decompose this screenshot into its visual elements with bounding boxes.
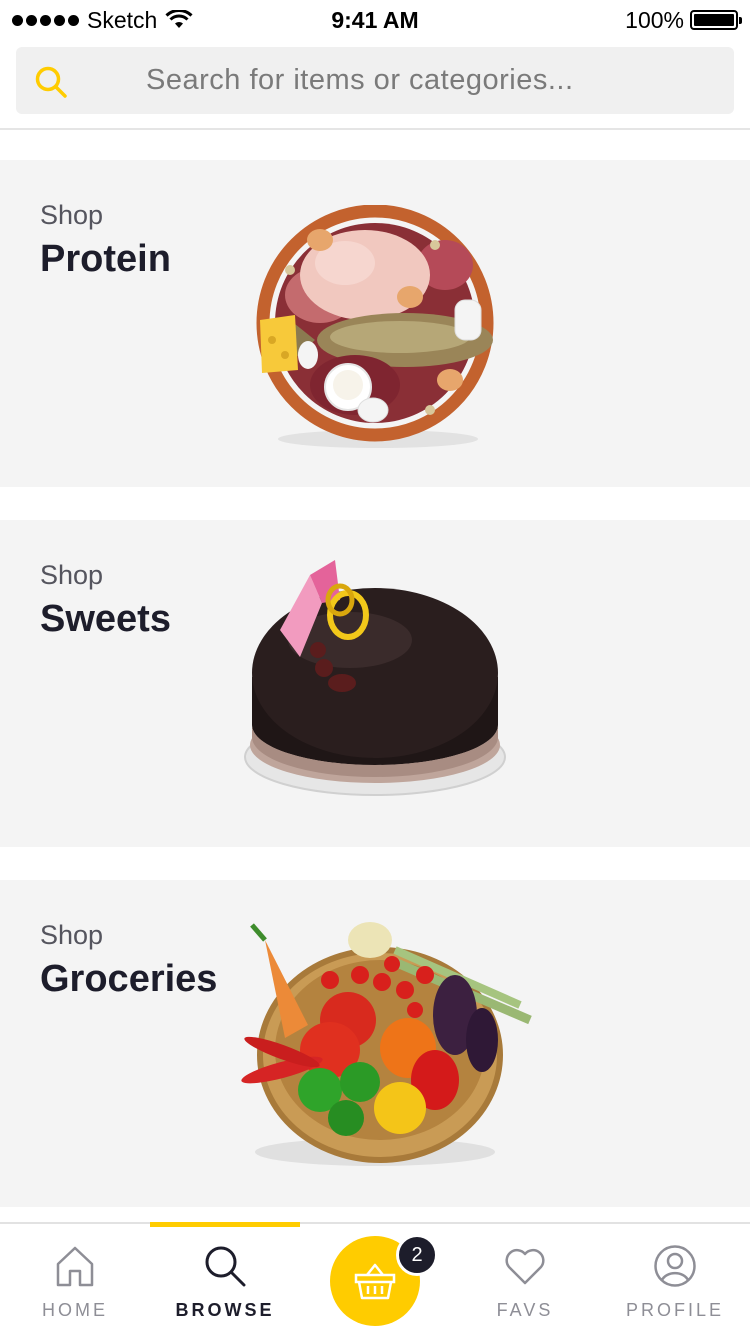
status-bar: Sketch 9:41 AM 100%	[0, 0, 750, 40]
card-title: Protein	[40, 238, 171, 280]
vegetable-basket-image	[241, 922, 532, 1166]
chocolate-cake-image	[244, 560, 506, 796]
status-left: Sketch	[12, 7, 193, 34]
signal-icon	[12, 14, 79, 26]
category-card-sweets[interactable]: Shop Sweets	[0, 520, 750, 847]
carrier-name: Sketch	[87, 6, 158, 33]
tab-browse[interactable]: BROWSE	[150, 1222, 300, 1334]
tab-home[interactable]: HOME	[0, 1224, 150, 1334]
bottom-tab-bar: HOME BROWSE 2 FAVS PROFILE	[0, 1222, 750, 1334]
tab-browse-label: BROWSE	[175, 1300, 275, 1320]
card-title: Groceries	[40, 958, 218, 1000]
heart-icon	[505, 1248, 545, 1285]
tab-favs[interactable]: FAVS	[450, 1224, 600, 1334]
card-prefix: Shop	[40, 200, 104, 230]
basket-icon	[354, 1263, 396, 1300]
tab-profile[interactable]: PROFILE	[600, 1224, 750, 1334]
search-box[interactable]	[16, 47, 734, 114]
search-icon	[35, 66, 67, 98]
battery-percent: 100%	[625, 6, 684, 33]
cart-count-badge: 2	[396, 1234, 438, 1276]
tab-home-label: HOME	[42, 1300, 108, 1320]
tab-profile-label: PROFILE	[625, 1300, 725, 1320]
home-icon	[56, 1246, 94, 1287]
battery-icon	[690, 10, 742, 30]
search-input[interactable]	[146, 47, 716, 114]
search-bar	[0, 40, 750, 130]
card-prefix: Shop	[40, 920, 104, 950]
status-right: 100%	[625, 6, 742, 34]
search-icon	[205, 1246, 246, 1287]
wifi-icon	[165, 10, 193, 28]
user-icon	[654, 1245, 696, 1287]
category-card-groceries[interactable]: Shop Groceries	[0, 880, 750, 1207]
card-prefix: Shop	[40, 560, 104, 590]
protein-platter-image	[256, 205, 494, 448]
card-title: Sweets	[40, 598, 171, 640]
tab-favs-label: FAVS	[496, 1300, 554, 1320]
category-card-protein[interactable]: Shop Protein	[0, 160, 750, 487]
